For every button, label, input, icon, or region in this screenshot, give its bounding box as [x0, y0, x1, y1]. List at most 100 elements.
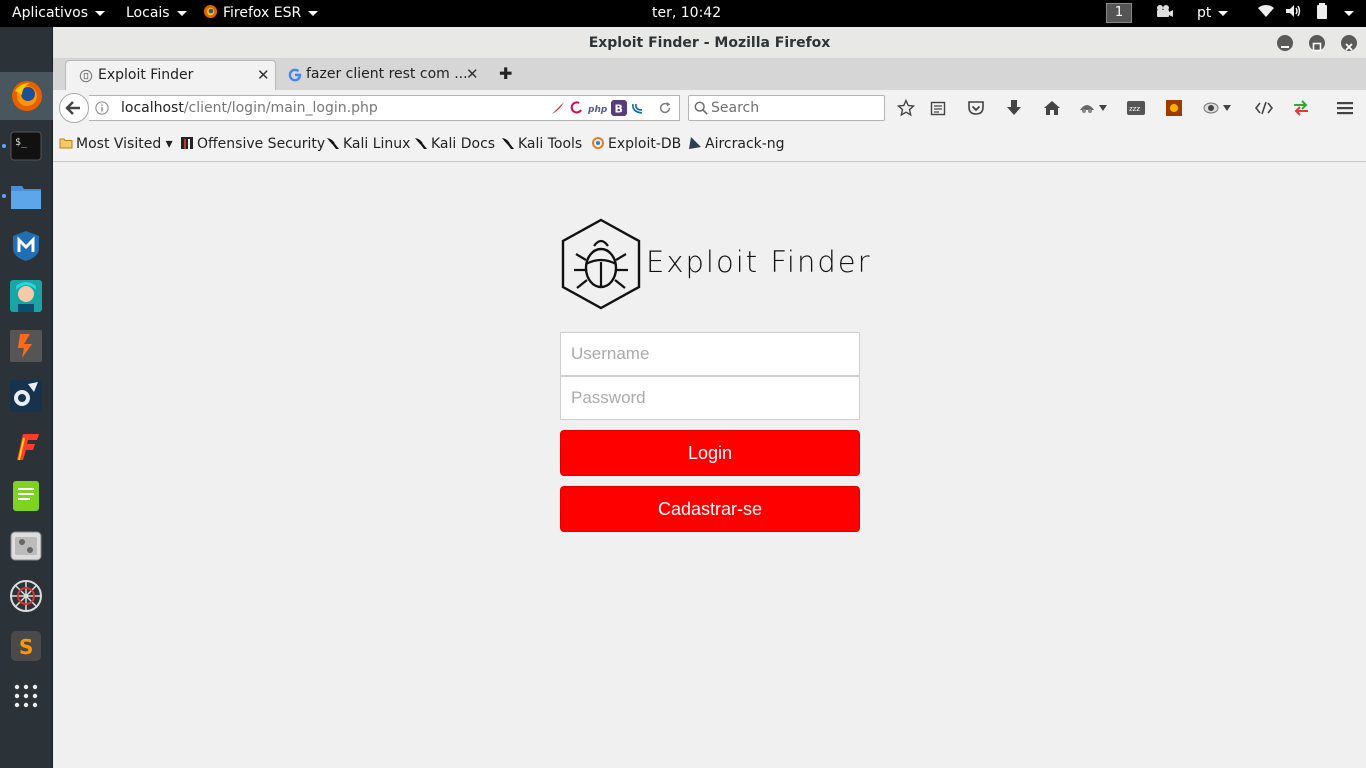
dock-faraday[interactable]: [9, 429, 43, 463]
bookmark-label: Exploit-DB: [608, 136, 682, 152]
addon-spy-icon[interactable]: [1077, 98, 1097, 118]
bookmark-most-visited[interactable]: Most Visited ▾: [59, 126, 173, 162]
kali-dragon-icon: [327, 138, 339, 149]
url-bar-addons: php B: [550, 96, 646, 120]
folder-icon: [59, 138, 73, 149]
dock-terminal[interactable]: $_: [2, 129, 43, 163]
url-path: /client/login/main_login.php: [183, 100, 378, 116]
hamburger-menu-icon[interactable]: [1335, 98, 1355, 118]
addon-arrows-icon[interactable]: [1291, 98, 1311, 118]
bootstrap-icon[interactable]: B: [611, 100, 627, 116]
home-icon[interactable]: [1042, 98, 1062, 118]
dock-armitage[interactable]: [9, 279, 43, 313]
language-menu[interactable]: pt: [1197, 0, 1229, 27]
window-titlebar[interactable]: Exploit Finder - Mozilla Firefox: [53, 27, 1366, 59]
tab-strip: Exploit Finder ✕ fazer client rest com .…: [53, 59, 1366, 90]
svg-text:zzz: zzz: [1129, 105, 1140, 113]
pocket-icon[interactable]: [966, 98, 986, 118]
reload-icon[interactable]: [658, 101, 672, 115]
bookmark-star-icon[interactable]: [896, 98, 916, 118]
login-button[interactable]: Login: [560, 430, 860, 476]
close-tab-icon[interactable]: ✕: [257, 61, 270, 89]
places-menu[interactable]: Locais: [126, 0, 187, 27]
minimize-icon: [1281, 46, 1289, 48]
dock-leafpad[interactable]: [9, 479, 43, 513]
plus-icon: ✚: [499, 64, 513, 83]
developer-tools-icon[interactable]: [1254, 98, 1274, 118]
maximize-button[interactable]: [1309, 35, 1325, 52]
applications-menu[interactable]: Aplicativos: [12, 0, 106, 27]
workspace-indicator[interactable]: 1: [1106, 3, 1132, 23]
faraday-icon: [17, 434, 39, 461]
firefox-small-icon: [203, 4, 218, 19]
bookmark-aircrack-ng[interactable]: Aircrack-ng: [688, 126, 785, 162]
burpsuite-icon: [10, 330, 42, 362]
search-icon: [694, 101, 708, 115]
tab-exploit-finder[interactable]: Exploit Finder ✕: [65, 60, 276, 90]
minimize-button[interactable]: [1277, 35, 1293, 51]
info-icon: [95, 101, 109, 115]
svg-text:$_: $_: [15, 137, 28, 148]
metasploit-icon: [13, 231, 39, 261]
dock-spiderweb[interactable]: [9, 579, 43, 613]
dock-metasploit[interactable]: [9, 229, 43, 263]
terminal-icon: $_: [10, 131, 42, 161]
bookmark-label: Aircrack-ng: [705, 136, 785, 152]
wifi-icon[interactable]: [1257, 0, 1275, 27]
battery-icon[interactable]: [1316, 0, 1328, 27]
leafpad-icon: [13, 481, 39, 511]
chevron-down-icon[interactable]: [1096, 98, 1110, 118]
url-host: localhost: [121, 100, 184, 116]
aircrack-icon: [689, 137, 701, 149]
chevron-down-icon: [1344, 10, 1354, 16]
tab-google-search[interactable]: fazer client rest com ... ✕: [278, 60, 482, 90]
app-menu[interactable]: Firefox ESR: [203, 0, 319, 27]
url-bar[interactable]: localhost/client/login/main_login.php ph…: [89, 95, 680, 121]
dock-files[interactable]: [2, 179, 43, 213]
new-tab-button[interactable]: ✚: [492, 60, 522, 90]
applications-menu-label: Aplicativos: [12, 5, 89, 21]
places-menu-label: Locais: [126, 5, 170, 21]
php-icon[interactable]: php: [588, 100, 608, 116]
dock-burpsuite[interactable]: [9, 329, 43, 363]
logo-title: Exploit Finder: [646, 245, 872, 279]
addon-zzz-icon[interactable]: zzz: [1126, 98, 1146, 118]
svg-text:S: S: [19, 635, 33, 659]
register-button[interactable]: Cadastrar-se: [560, 486, 860, 532]
feather-icon[interactable]: [550, 100, 566, 116]
dock-sublime[interactable]: S: [9, 629, 43, 663]
exploit-db-icon: [592, 137, 604, 149]
clock[interactable]: ter, 10:42: [652, 0, 721, 27]
password-input[interactable]: [560, 376, 860, 420]
bookmarks-menu-icon[interactable]: [928, 98, 948, 118]
system-menu[interactable]: [1337, 0, 1354, 27]
bookmark-kali-tools[interactable]: Kali Tools: [501, 126, 582, 162]
sublime-icon: S: [11, 631, 41, 661]
close-tab-icon[interactable]: ✕: [466, 60, 479, 88]
username-input[interactable]: [560, 332, 860, 376]
debian-icon[interactable]: [569, 100, 585, 116]
close-window-button[interactable]: [1341, 35, 1357, 51]
chevron-down-icon[interactable]: [1220, 98, 1234, 118]
dock-settings[interactable]: [9, 529, 43, 563]
back-button[interactable]: [59, 93, 89, 123]
app-menu-label: Firefox ESR: [223, 5, 302, 21]
bookmark-kali-docs[interactable]: Kali Docs: [414, 126, 495, 162]
addon-eye-icon[interactable]: [1201, 98, 1221, 118]
downloads-icon[interactable]: [1004, 98, 1024, 118]
addon-sun-icon[interactable]: [1164, 98, 1184, 118]
page-content: Exploit Finder Login Cadastrar-se: [53, 162, 1366, 768]
search-bar[interactable]: [688, 95, 885, 121]
dock-firefox[interactable]: [0, 72, 53, 120]
language-label: pt: [1197, 5, 1212, 21]
bookmark-kali-linux[interactable]: Kali Linux: [326, 126, 410, 162]
search-input[interactable]: [711, 96, 881, 120]
kali-dragon-icon: [415, 138, 427, 149]
bookmark-offensive-security[interactable]: Offensive Security: [180, 126, 325, 162]
volume-icon[interactable]: [1285, 0, 1302, 27]
jquery-icon[interactable]: [630, 100, 646, 116]
video-camera-icon[interactable]: [1155, 0, 1173, 27]
dock-app-grid[interactable]: [9, 679, 43, 713]
dock-maltego[interactable]: [9, 379, 43, 413]
bookmark-exploit-db[interactable]: Exploit-DB: [591, 126, 681, 162]
